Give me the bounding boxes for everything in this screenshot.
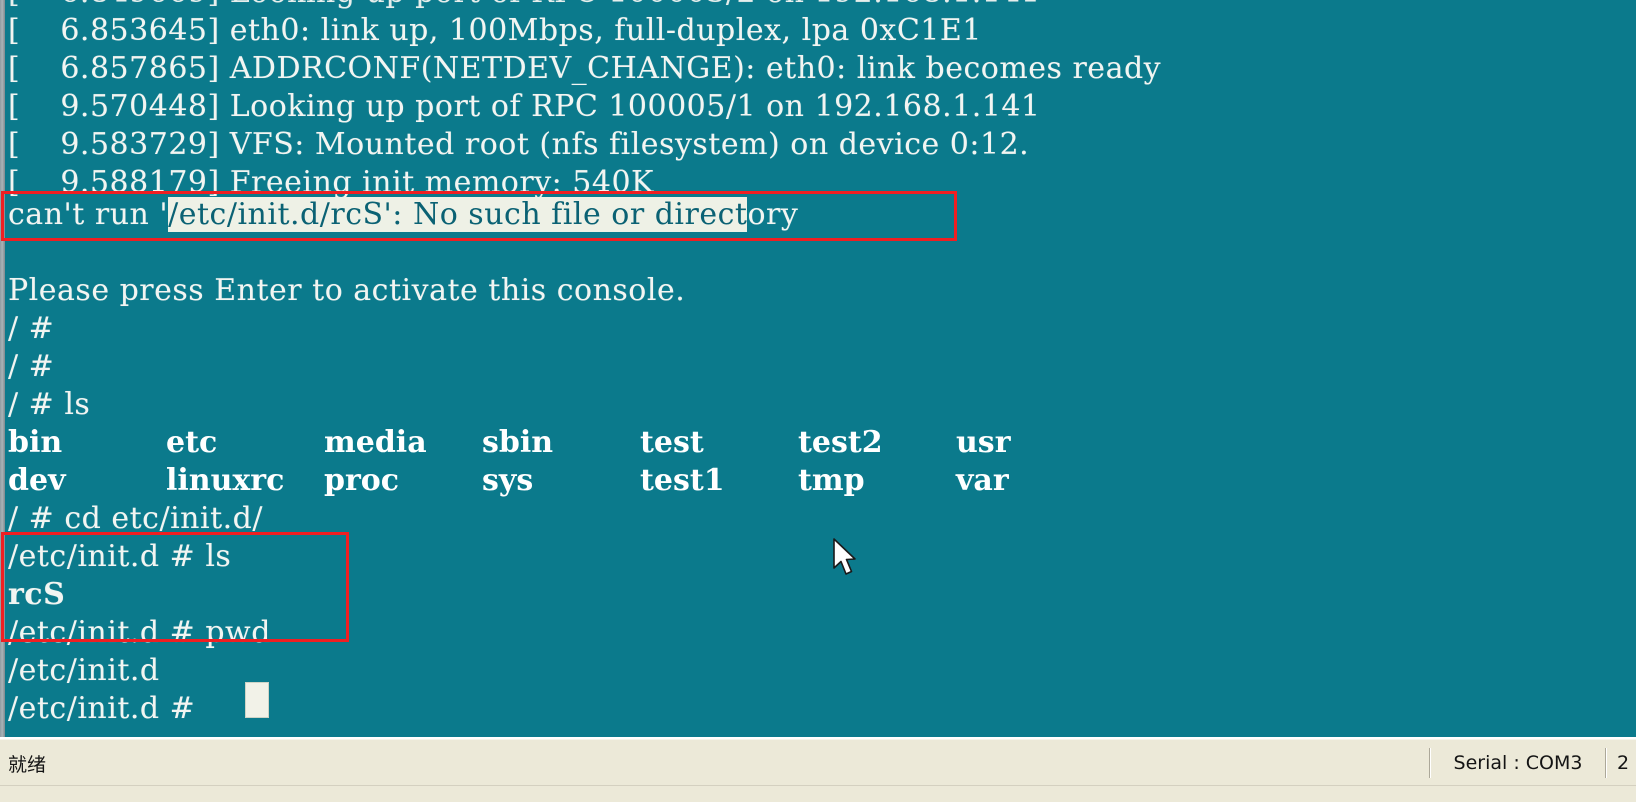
ls-entry-test2: test2 [798, 425, 883, 460]
prompt-line-0: / # [8, 311, 55, 346]
kernel-log-line-2: [ 9.570448] Looking up port of RPC 10000… [8, 89, 1041, 124]
ls-entry-usr: usr [956, 425, 1011, 460]
status-ready-label: 就绪 [0, 748, 1430, 778]
final-prompt-line: /etc/init.d # [8, 691, 206, 726]
ls-entry-proc: proc [324, 463, 400, 498]
error-line-highlight-box [1, 191, 957, 241]
pwd-output-line: /etc/init.d [8, 653, 160, 688]
status-baud-rate: 2 [1606, 748, 1636, 778]
text-cursor [245, 682, 269, 718]
status-bar-bottom-strip [0, 785, 1636, 802]
ls-entry-sbin: sbin [482, 425, 554, 460]
ls-entry-bin: bin [8, 425, 63, 460]
status-serial-port: Serial : COM3 [1430, 748, 1606, 778]
kernel-log-line-0: [ 6.853645] eth0: link up, 100Mbps, full… [8, 13, 982, 48]
ls-entry-tmp: tmp [798, 463, 865, 498]
kernel-log-line-clipped: [ 6.849669] Looking up port of RPC 10000… [8, 0, 1041, 12]
kernel-log-line-3: [ 9.583729] VFS: Mounted root (nfs files… [8, 127, 1030, 162]
commands-highlight-box [1, 532, 349, 642]
ls-entry-test: test [640, 425, 704, 460]
ls-output-row-2: dev linuxrc proc sys test1 tmp var [8, 462, 1114, 500]
ls-output-row-1: bin etc media sbin test test2 usr [8, 424, 1114, 462]
status-bar: 就绪 Serial : COM3 2 [0, 737, 1636, 802]
ls-entry-test1: test1 [640, 463, 725, 498]
ls-entry-etc: etc [166, 425, 218, 460]
console-activation-message: Please press Enter to activate this cons… [8, 273, 686, 308]
prompt-line-ls-command: / # ls [8, 387, 91, 422]
ls-entry-media: media [324, 425, 427, 460]
serial-terminal-window[interactable]: [ 6.849669] Looking up port of RPC 10000… [0, 0, 1636, 737]
ls-entry-dev: dev [8, 463, 66, 498]
prompt-line-1: / # [8, 349, 55, 384]
ls-entry-sys: sys [482, 463, 534, 498]
ls-entry-var: var [956, 463, 1009, 498]
kernel-log-line-1: [ 6.857865] ADDRCONF(NETDEV_CHANGE): eth… [8, 51, 1162, 86]
ls-entry-linuxrc: linuxrc [166, 463, 285, 498]
